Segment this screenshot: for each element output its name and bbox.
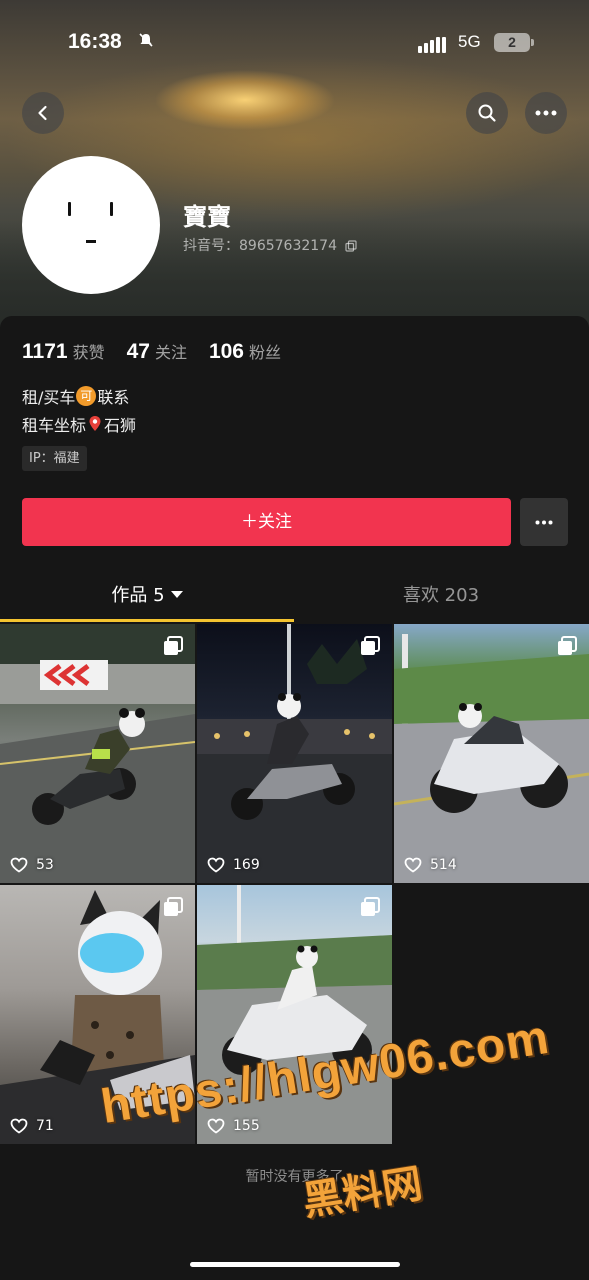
video-likes: 514: [404, 857, 457, 873]
likes-count: 514: [430, 857, 457, 873]
likes-count: 53: [36, 857, 54, 873]
thumbnail-image: [197, 624, 392, 883]
douyin-id[interactable]: 抖音号：89657632174: [183, 235, 358, 255]
back-button[interactable]: [22, 92, 64, 134]
nickname: 寶寶: [183, 203, 231, 231]
multi-image-icon: [558, 636, 577, 655]
battery-icon: 2: [494, 33, 530, 52]
stat-number: 47: [126, 340, 150, 363]
tab-likes[interactable]: 喜欢 203: [294, 574, 588, 622]
stat-following[interactable]: 47 关注: [127, 339, 187, 364]
network-type: 5G: [458, 32, 481, 51]
ip-location-tag: IP：福建: [22, 446, 87, 471]
stat-label: 粉丝: [249, 343, 282, 362]
copy-icon[interactable]: [345, 240, 358, 252]
bio-text: 租车坐标: [22, 416, 87, 435]
heart-outline-icon: [404, 857, 422, 873]
heart-outline-icon: [10, 1118, 28, 1134]
bio-text: 联系: [97, 388, 130, 407]
stat-label: 获赞: [72, 343, 105, 362]
thumbnail-image: [394, 634, 589, 883]
stat-likes[interactable]: 1171 获赞: [22, 339, 105, 364]
douyin-id-text: 抖音号：89657632174: [183, 238, 337, 254]
status-time: 16:38: [68, 30, 122, 53]
thumbnail-image: [0, 624, 195, 883]
video-thumbnail[interactable]: 53: [0, 624, 195, 883]
signal-icon: [418, 34, 448, 53]
avatar[interactable]: [22, 156, 160, 294]
stat-number: 1171: [22, 340, 68, 363]
multi-image-icon: [361, 897, 380, 916]
caret-down-icon: [170, 591, 183, 598]
heart-outline-icon: [207, 857, 225, 873]
multi-image-icon: [164, 636, 183, 655]
content-tabs: 作品 5 喜欢 203: [0, 574, 589, 622]
video-likes: 71: [10, 1118, 54, 1134]
search-icon: [478, 104, 496, 122]
tab-label: 喜欢 203: [402, 585, 480, 606]
likes-count: 169: [233, 857, 260, 873]
multi-image-icon: [164, 897, 183, 916]
likes-count: 155: [233, 1118, 260, 1134]
no-more-text: 暂时没有更多了: [245, 1169, 344, 1185]
video-likes: 53: [10, 857, 54, 873]
battery-tip: [531, 39, 534, 46]
video-thumbnail[interactable]: 514: [394, 624, 589, 883]
location-pin-icon: [89, 416, 101, 431]
bell-mute-icon: [138, 32, 154, 52]
avatar-eye-right: [110, 202, 113, 216]
video-likes: 169: [207, 857, 260, 873]
follow-button[interactable]: ＋关注: [22, 498, 511, 546]
chevron-left-icon: [38, 105, 47, 121]
heart-outline-icon: [10, 857, 28, 873]
stat-followers[interactable]: 106 粉丝: [209, 339, 281, 364]
profile-stats: 1171 获赞 47 关注 106 粉丝: [22, 339, 303, 364]
more-dots-icon: [535, 520, 553, 524]
active-tab-indicator: [0, 619, 294, 622]
bio-badge-icon: 可: [76, 386, 97, 406]
status-bar: 16:38 5G 2: [0, 28, 589, 60]
bio-text: 租/买车: [22, 388, 76, 407]
tab-label: 作品 5: [111, 585, 165, 606]
stat-label: 关注: [154, 343, 187, 362]
search-button[interactable]: [466, 92, 508, 134]
tab-works[interactable]: 作品 5: [0, 574, 294, 622]
more-options-button[interactable]: [525, 92, 567, 134]
avatar-mouth: [86, 240, 96, 243]
bio-line-1: 租/买车 可 联系: [22, 384, 129, 408]
stat-number: 106: [208, 340, 244, 363]
follow-more-button[interactable]: [520, 498, 568, 546]
bio-line-2: 租车坐标 石狮: [22, 412, 136, 436]
avatar-eye-left: [68, 202, 71, 216]
more-dots-icon: [535, 110, 557, 116]
multi-image-icon: [361, 636, 380, 655]
likes-count: 71: [36, 1118, 54, 1134]
video-likes: 155: [207, 1118, 260, 1134]
heart-outline-icon: [207, 1118, 225, 1134]
bio-text: 石狮: [104, 416, 137, 435]
video-thumbnail[interactable]: 169: [197, 624, 392, 883]
home-indicator[interactable]: [190, 1262, 400, 1267]
